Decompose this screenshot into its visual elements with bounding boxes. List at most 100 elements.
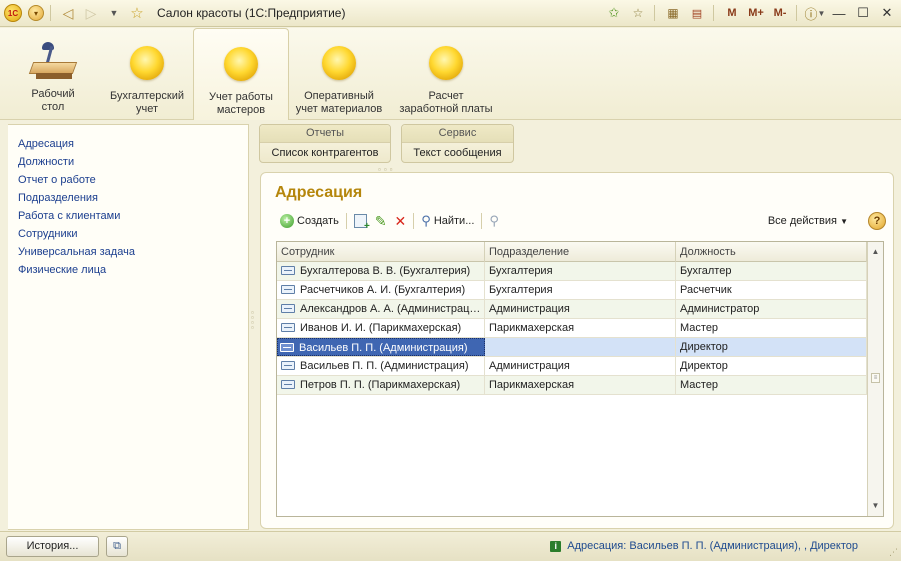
resize-grip-icon[interactable]: ⋰ — [889, 547, 898, 558]
section-materials[interactable]: Оперативный учет материалов — [292, 28, 386, 120]
cell-text: Васильев П. П. (Администрация) — [300, 360, 469, 372]
record-icon — [281, 285, 295, 294]
main-menu-button[interactable]: ▾ — [26, 3, 46, 23]
scroll-down-icon[interactable]: ▼ — [868, 498, 883, 514]
list-form: Адресация + Создать ✎ ✕ ⚲ Найти... ⚲ Все… — [260, 172, 894, 529]
nav-item-departments[interactable]: Подразделения — [18, 192, 98, 204]
create-label: Создать — [297, 215, 339, 227]
copy-icon — [353, 214, 370, 232]
back-button[interactable]: ◁ — [58, 3, 78, 23]
separator — [413, 213, 415, 229]
forward-button[interactable]: ▷ — [81, 3, 101, 23]
cell-position: Бухгалтер — [676, 262, 867, 280]
table-body: Бухгалтерова В. В. (Бухгалтерия) Бухгалт… — [277, 262, 867, 395]
cell-employee: Александров А. А. (Администрация) — [277, 300, 485, 318]
star-add-icon: ✩ — [608, 5, 620, 20]
vertical-scrollbar[interactable]: ▲ ≡ ▼ — [867, 242, 883, 516]
cell-employee: Васильев П. П. (Администрация) — [277, 338, 485, 356]
table-row[interactable]: Иванов И. И. (Парикмахерская) Парикмахер… — [277, 319, 867, 338]
section-label-line1: Бухгалтерский — [109, 90, 185, 102]
calendar-icon: ▤ — [691, 7, 703, 20]
triangle-down-icon: ▼ — [109, 8, 119, 18]
windows-button[interactable]: ⧉ — [106, 536, 128, 557]
cell-department: Бухгалтерия — [485, 262, 676, 280]
create-button[interactable]: + Создать — [276, 211, 343, 231]
sections-panel: Рабочий стол Бухгалтерский учет Учет раб… — [0, 28, 901, 120]
section-accounting[interactable]: Бухгалтерский учет — [103, 28, 191, 120]
star-icon: ☆ — [130, 5, 144, 22]
table-row[interactable]: Васильев П. П. (Администрация) Администр… — [277, 357, 867, 376]
cell-position: Директор — [676, 338, 867, 356]
minimize-icon: — — [832, 5, 846, 21]
nav-item-positions[interactable]: Должности — [18, 156, 74, 168]
record-icon — [281, 304, 295, 313]
table-row[interactable]: Александров А. А. (Администрация) Админи… — [277, 300, 867, 319]
section-label-line1: Рабочий — [31, 88, 75, 100]
addressing-table[interactable]: Сотрудник Подразделение Должность Бухгал… — [276, 241, 884, 517]
section-desktop[interactable]: Рабочий стол — [14, 28, 92, 120]
find-button[interactable]: ⚲ Найти... — [417, 211, 478, 231]
history-button[interactable]: История... — [6, 536, 99, 557]
memory-add-button[interactable]: M+ — [746, 3, 766, 23]
table-row-selected[interactable]: Васильев П. П. (Администрация) Директор — [277, 338, 867, 357]
add-to-favorites-button[interactable]: ✩ — [604, 3, 624, 23]
section-icon — [322, 46, 356, 80]
cell-employee: Иванов И. И. (Парикмахерская) — [277, 319, 485, 337]
all-actions-button[interactable]: Все действия ▼ — [768, 211, 848, 231]
column-header-department[interactable]: Подразделение — [485, 242, 676, 262]
column-header-employee[interactable]: Сотрудник — [277, 242, 485, 262]
close-button[interactable]: ✕ — [877, 3, 897, 23]
column-header-position[interactable]: Должность — [676, 242, 867, 262]
section-payroll[interactable]: Расчет заработной платы — [396, 28, 496, 120]
cell-text: Александров А. А. (Администрация) — [300, 303, 485, 315]
nav-item-work-report[interactable]: Отчет о работе — [18, 174, 96, 186]
maximize-button[interactable]: ☐ — [853, 3, 873, 23]
section-masters-work[interactable]: Учет работы мастеров — [193, 28, 289, 120]
favorites-list-button[interactable]: ☆ — [628, 3, 648, 23]
vertical-splitter[interactable]: ▫ ▫ ▫ ▫ — [251, 309, 256, 340]
chevron-down-icon: ▼ — [817, 8, 826, 18]
cell-position: Администратор — [676, 300, 867, 318]
calculator-button[interactable]: ▦ — [663, 3, 683, 23]
cell-text: Иванов И. И. (Парикмахерская) — [300, 322, 462, 334]
all-actions-label: Все действия — [767, 215, 838, 227]
nav-item-clients[interactable]: Работа с клиентами — [18, 210, 120, 222]
nav-item-universal-task[interactable]: Универсальная задача — [18, 246, 135, 258]
record-icon — [281, 323, 295, 332]
minimize-button[interactable]: — — [829, 3, 849, 23]
info-menu-button[interactable]: ⓘ ▼ — [805, 3, 826, 23]
command-counterparties-list[interactable]: Список контрагентов — [260, 143, 390, 163]
cell-department — [485, 338, 676, 356]
record-icon — [281, 361, 295, 370]
cell-position: Расчетчик — [676, 281, 867, 299]
status-message[interactable]: i Адресация: Васильев П. П. (Администрац… — [550, 532, 858, 561]
cell-position: Директор — [676, 357, 867, 375]
help-button[interactable]: ? — [868, 212, 886, 230]
scroll-thumb[interactable]: ≡ — [871, 373, 880, 383]
table-row[interactable]: Бухгалтерова В. В. (Бухгалтерия) Бухгалт… — [277, 262, 867, 281]
command-message-text[interactable]: Текст сообщения — [402, 143, 513, 163]
memory-subtract-button[interactable]: M- — [770, 3, 790, 23]
favorites-button[interactable]: ☆ — [127, 3, 147, 23]
edit-button[interactable]: ✎ — [371, 211, 391, 231]
memory-button[interactable]: M — [722, 3, 742, 23]
cancel-search-button[interactable]: ⚲ — [485, 211, 503, 231]
app-logo-icon[interactable]: 1С — [3, 3, 23, 23]
history-dropdown-button[interactable]: ▼ — [104, 3, 124, 23]
separator — [713, 5, 714, 21]
calculator-icon: ▦ — [667, 6, 679, 20]
section-label-line1: Учет работы — [209, 91, 273, 103]
cell-position: Мастер — [676, 376, 867, 394]
nav-item-addressing[interactable]: Адресация — [18, 138, 74, 150]
separator — [796, 5, 797, 21]
table-row[interactable]: Петров П. П. (Парикмахерская) Парикмахер… — [277, 376, 867, 395]
scroll-up-icon[interactable]: ▲ — [868, 244, 883, 260]
table-row[interactable]: Расчетчиков А. И. (Бухгалтерия) Бухгалте… — [277, 281, 867, 300]
delete-button[interactable]: ✕ — [391, 211, 411, 231]
nav-item-employees[interactable]: Сотрудники — [18, 228, 78, 240]
cell-text: Васильев П. П. (Администрация) — [299, 342, 468, 354]
copy-button[interactable] — [350, 211, 371, 232]
section-label-line2: заработной платы — [399, 103, 493, 115]
nav-item-individuals[interactable]: Физические лица — [18, 264, 106, 276]
calendar-button[interactable]: ▤ — [687, 3, 707, 23]
